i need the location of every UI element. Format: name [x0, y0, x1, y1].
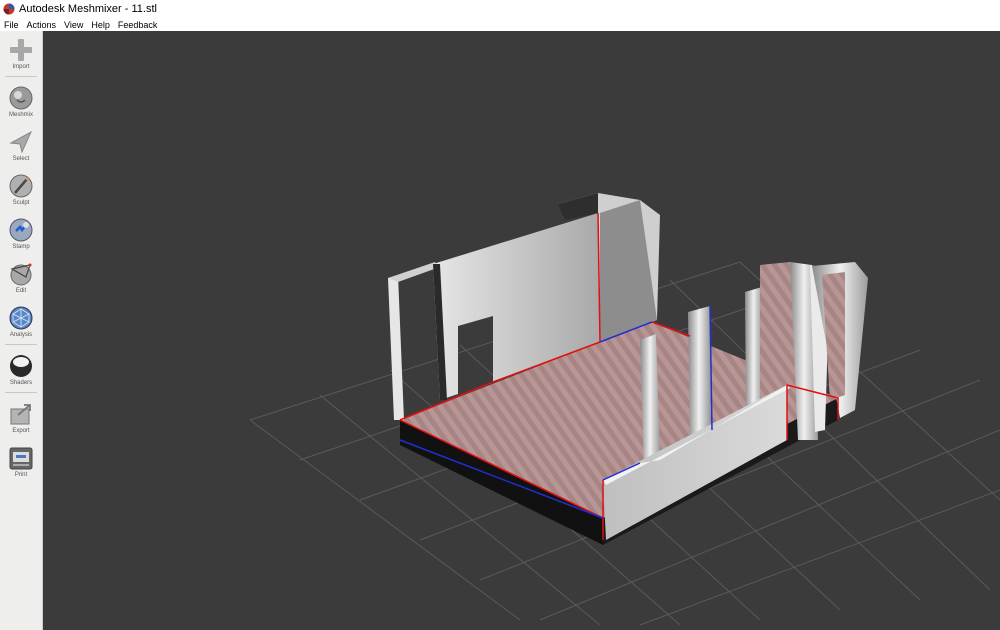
print-button[interactable]: Print	[0, 445, 42, 478]
export-button[interactable]: Export	[0, 401, 42, 434]
3d-viewport[interactable]	[43, 31, 1000, 630]
select-label: Select	[12, 156, 30, 162]
print-label: Print	[14, 472, 28, 478]
sculpt-label: Sculpt	[12, 200, 30, 206]
analysis-label: Analysis	[9, 332, 33, 338]
export-label: Export	[12, 428, 30, 434]
shaders-label: Shaders	[9, 380, 33, 386]
sculpt-brush-icon	[9, 174, 33, 198]
menu-view[interactable]: View	[60, 20, 87, 30]
pillar	[745, 287, 762, 410]
meshmixer-app-icon	[3, 3, 15, 15]
select-button[interactable]: Select	[0, 129, 42, 162]
left-toolbar: Import Meshmix Select Sculpt Stamp Edit …	[0, 31, 43, 630]
menu-actions[interactable]: Actions	[23, 20, 61, 30]
sculpt-button[interactable]: Sculpt	[0, 173, 42, 206]
edit-button[interactable]: Edit	[0, 261, 42, 294]
import-button[interactable]: Import	[0, 37, 42, 70]
toolbar-separator	[5, 76, 37, 77]
edit-label: Edit	[15, 288, 27, 294]
window-title: Autodesk Meshmixer - 11.stl	[19, 3, 157, 15]
plus-icon	[10, 39, 32, 61]
print-icon	[9, 447, 33, 470]
export-icon	[10, 404, 31, 425]
import-label: Import	[12, 64, 30, 70]
title-bar: Autodesk Meshmixer - 11.stl	[0, 0, 1000, 18]
shaders-icon	[10, 355, 32, 377]
select-arrow-icon	[9, 130, 33, 154]
left-frame-top	[388, 262, 437, 282]
meshmix-label: Meshmix	[8, 112, 33, 118]
menu-help[interactable]: Help	[87, 20, 114, 30]
edit-icon	[10, 263, 32, 286]
stamp-label: Stamp	[12, 244, 30, 250]
menu-file[interactable]: File	[0, 20, 23, 30]
analysis-icon	[9, 306, 33, 330]
menu-feedback[interactable]: Feedback	[114, 20, 162, 30]
scene-canvas	[249, 193, 1000, 626]
shaders-button[interactable]: Shaders	[0, 353, 42, 386]
meshmix-icon	[9, 86, 33, 110]
toolbar-separator	[5, 392, 37, 393]
analysis-button[interactable]: Analysis	[0, 305, 42, 338]
left-frame	[388, 275, 404, 420]
pillar	[688, 306, 710, 436]
stamp-icon	[9, 218, 33, 242]
meshmix-button[interactable]: Meshmix	[0, 85, 42, 118]
stamp-button[interactable]: Stamp	[0, 217, 42, 250]
toolbar-separator	[5, 344, 37, 345]
menu-bar: File Actions View Help Feedback	[0, 18, 1000, 31]
